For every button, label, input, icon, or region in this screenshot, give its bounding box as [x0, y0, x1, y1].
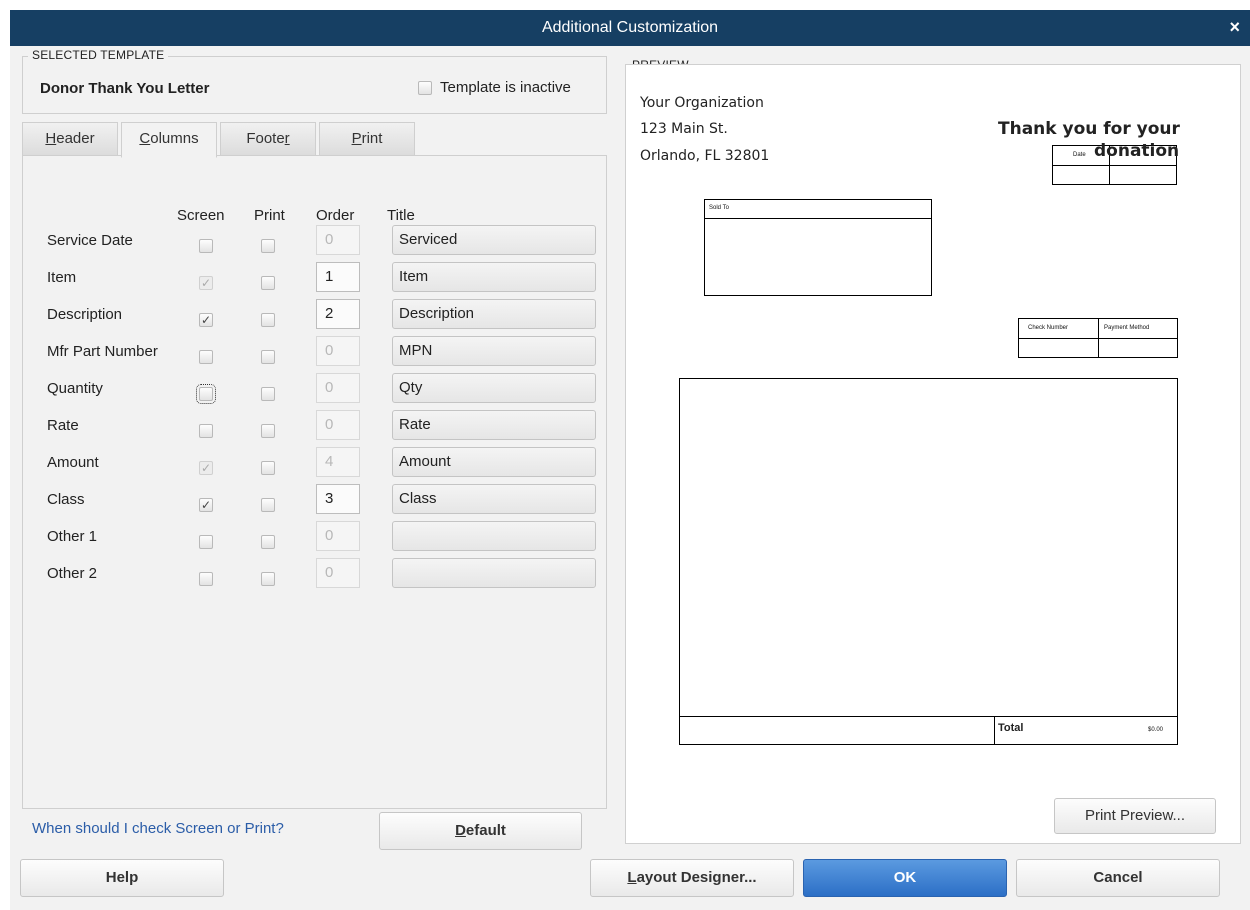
preview-pane: Your Organization 123 Main St. Orlando, … — [625, 64, 1241, 844]
check-number-label: Check Number — [1028, 325, 1069, 331]
print-column-header: Print — [254, 207, 285, 224]
order-field[interactable]: 0 — [316, 336, 360, 366]
sold-to-label: Sold To — [709, 205, 729, 211]
column-row-label: Rate — [47, 417, 79, 434]
order-field[interactable]: 0 — [316, 225, 360, 255]
screen-checkbox[interactable]: ✓ — [199, 276, 213, 290]
screen-checkbox[interactable]: ✓ — [199, 498, 213, 512]
total-value: $0.00 — [1148, 727, 1164, 733]
doc-title-line1: Thank you for your — [998, 119, 1180, 139]
order-field[interactable]: 1 — [316, 262, 360, 292]
column-row-label: Item — [47, 269, 77, 286]
print-checkbox[interactable] — [261, 535, 275, 549]
order-field[interactable]: 0 — [316, 558, 360, 588]
order-column-header: Order — [316, 207, 355, 224]
cancel-button[interactable]: Cancel — [1016, 859, 1220, 897]
screen-checkbox[interactable]: ✓ — [199, 461, 213, 475]
title-field[interactable]: Rate — [392, 410, 596, 440]
column-row-label: Quantity — [47, 380, 103, 397]
print-checkbox[interactable] — [261, 276, 275, 290]
org-address-line2: Orlando, FL 32801 — [640, 148, 770, 164]
column-row-label: Other 1 — [47, 528, 98, 545]
order-field[interactable]: 4 — [316, 447, 360, 477]
print-checkbox[interactable] — [261, 239, 275, 253]
screen-checkbox[interactable] — [196, 384, 216, 404]
sold-to-box: Sold To — [704, 199, 932, 296]
tab-print[interactable]: Print — [319, 122, 415, 156]
title-field[interactable]: MPN — [392, 336, 596, 366]
order-field[interactable]: 0 — [316, 373, 360, 403]
ok-button[interactable]: OK — [803, 859, 1007, 897]
screen-checkbox[interactable] — [199, 350, 213, 364]
print-checkbox[interactable] — [261, 387, 275, 401]
order-field[interactable]: 0 — [316, 410, 360, 440]
help-button[interactable]: Help — [20, 859, 224, 897]
print-checkbox[interactable] — [261, 350, 275, 364]
title-field[interactable]: Qty — [392, 373, 596, 403]
column-row-label: Service Date — [47, 232, 133, 249]
column-row-label: Description — [47, 306, 123, 323]
screen-checkbox[interactable] — [199, 572, 213, 586]
template-name: Donor Thank You Letter — [40, 80, 210, 97]
print-checkbox[interactable] — [261, 572, 275, 586]
date-label: Date — [1073, 152, 1086, 158]
payment-info-box: Check Number Payment Method — [1018, 318, 1178, 358]
screen-checkbox[interactable] — [199, 535, 213, 549]
org-name: Your Organization — [640, 95, 764, 111]
title-field[interactable]: Item — [392, 262, 596, 292]
column-row-label: Other 2 — [47, 565, 98, 582]
additional-customization-dialog: SELECTED TEMPLATE Donor Thank You Letter… — [10, 46, 1250, 910]
tab-columns[interactable]: Columns — [121, 122, 217, 158]
order-field[interactable]: 0 — [316, 521, 360, 551]
screen-checkbox[interactable]: ✓ — [199, 313, 213, 327]
doc-title-line2: donation — [1094, 141, 1180, 161]
org-address-line1: 123 Main St. — [640, 121, 728, 137]
screen-or-print-help-link[interactable]: When should I check Screen or Print? — [32, 820, 284, 837]
column-row-label: Amount — [47, 454, 99, 471]
order-field[interactable]: 2 — [316, 299, 360, 329]
line-items-box: Total $0.00 — [679, 378, 1178, 745]
template-inactive-checkbox[interactable] — [418, 81, 432, 95]
total-label: Total — [998, 722, 1024, 734]
tab-header[interactable]: Header — [22, 122, 118, 156]
title-field[interactable]: Amount — [392, 447, 596, 477]
print-checkbox[interactable] — [261, 424, 275, 438]
tab-footer[interactable]: Footer — [220, 122, 316, 156]
title-field[interactable]: Serviced — [392, 225, 596, 255]
default-button[interactable]: Default — [379, 812, 582, 850]
title-field[interactable]: Class — [392, 484, 596, 514]
title-field[interactable] — [392, 521, 596, 551]
column-row-label: Mfr Part Number — [47, 343, 158, 360]
print-checkbox[interactable] — [261, 498, 275, 512]
screen-checkbox[interactable] — [199, 239, 213, 253]
print-checkbox[interactable] — [261, 313, 275, 327]
title-column-header: Title — [387, 207, 415, 224]
print-checkbox[interactable] — [261, 461, 275, 475]
selected-template-legend: SELECTED TEMPLATE — [28, 48, 169, 62]
title-field[interactable]: Description — [392, 299, 596, 329]
payment-method-label: Payment Method — [1104, 325, 1150, 331]
column-row-label: Class — [47, 491, 85, 508]
print-preview-button[interactable]: Print Preview... — [1054, 798, 1216, 834]
title-bar: Additional Customization × — [10, 10, 1250, 46]
window-title: Additional Customization — [541, 19, 719, 36]
screen-column-header: Screen — [177, 207, 225, 224]
title-field[interactable] — [392, 558, 596, 588]
template-inactive-label: Template is inactive — [440, 79, 571, 96]
layout-designer-button[interactable]: Layout Designer... — [590, 859, 794, 897]
order-field[interactable]: 3 — [316, 484, 360, 514]
close-icon[interactable]: × — [1229, 10, 1240, 44]
screen-checkbox[interactable] — [199, 424, 213, 438]
